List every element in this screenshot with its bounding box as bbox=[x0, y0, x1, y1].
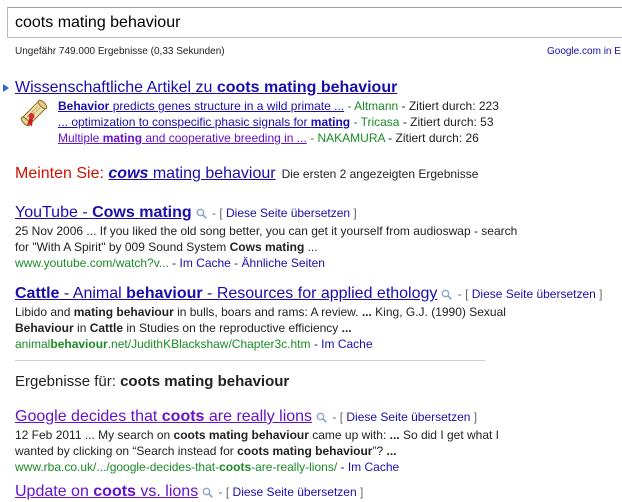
highlighted-text: behaviour bbox=[50, 337, 108, 351]
result-snippet: 12 Feb 2011 ... My search on coots matin… bbox=[15, 428, 500, 442]
text-run: YouTube - bbox=[15, 204, 93, 221]
result-url: www.rba.co.uk/.../google-decides-that-co… bbox=[15, 460, 337, 474]
cache-link[interactable]: - Im Cache - bbox=[169, 256, 242, 270]
highlighted-text: Cattle bbox=[89, 321, 124, 335]
did-you-mean: Meinten Sie: cows mating behaviour Die er… bbox=[15, 165, 478, 183]
similar-pages-link[interactable]: Ähnliche Seiten bbox=[242, 256, 325, 270]
text-run: www.rba.co.uk/.../google-decides-that- bbox=[15, 460, 220, 474]
text-run: wanted by clicking on “Search instead fo… bbox=[15, 444, 238, 458]
translate-link[interactable]: Diese Seite übersetzen bbox=[233, 485, 357, 499]
text-run: in Studies on the reproductive efficienc… bbox=[123, 321, 342, 335]
result-stats: Ungefähr 749.000 Ergebnisse (0,33 Sekund… bbox=[15, 46, 225, 57]
scholar-item-link[interactable]: Multiple mating and cooperative breeding… bbox=[58, 131, 307, 145]
cache-link[interactable]: - Im Cache bbox=[311, 337, 373, 351]
scholar-item: Multiple mating and cooperative breeding… bbox=[58, 131, 479, 145]
text-run: So did I get what I bbox=[399, 428, 500, 442]
text-run: ... bbox=[304, 240, 318, 254]
text-run: Libido and bbox=[15, 305, 74, 319]
result-snippet: for "With A Spirit" by 009 Sound System … bbox=[15, 239, 517, 255]
text-run: ”? bbox=[372, 444, 387, 458]
highlighted-text: ... bbox=[341, 321, 352, 335]
did-you-mean-note: Die ersten 2 angezeigten Ergebnisse bbox=[281, 167, 479, 181]
text-run: animal bbox=[15, 337, 51, 351]
text-run: ... If you liked the old song better, yo… bbox=[83, 224, 518, 238]
highlighted-text: Cattle bbox=[15, 285, 60, 302]
highlighted-text: Cows mating bbox=[92, 204, 192, 221]
result-title-link[interactable]: Cattle - Animal behaviour - Resources fo… bbox=[15, 285, 437, 302]
highlighted-text: Behaviour bbox=[15, 321, 74, 335]
highlighted-text: coots bbox=[93, 483, 136, 500]
scholar-item: Behavior predicts genes structure in a w… bbox=[58, 99, 499, 113]
scroll-diploma-icon bbox=[20, 99, 48, 127]
highlighted-text: mating behaviour bbox=[73, 305, 174, 319]
result-url: www.youtube.com/watch?v... bbox=[15, 256, 169, 270]
section-divider bbox=[15, 360, 485, 361]
text-run: Update on bbox=[15, 483, 94, 500]
text-run: for "With A Spirit" by 009 Sound System bbox=[15, 240, 230, 254]
highlighted-text: coots bbox=[219, 460, 252, 474]
result-snippet: wanted by clicking on “Search instead fo… bbox=[15, 443, 499, 459]
scholar-item-link[interactable]: Behavior predicts genes structure in a w… bbox=[58, 99, 344, 113]
scholar-item: ... optimization to conspecific phasic s… bbox=[58, 115, 494, 129]
did-you-mean-label: Meinten Sie: bbox=[15, 165, 109, 182]
highlighted-text: coots bbox=[161, 408, 205, 425]
search-input[interactable] bbox=[8, 8, 615, 37]
magnifier-icon[interactable] bbox=[316, 412, 327, 424]
search-result: Google decides that coots are really lio… bbox=[15, 408, 500, 474]
result-snippet: Libido and mating behaviour in bulls, bo… bbox=[15, 304, 603, 320]
search-result: Cattle - Animal behaviour - Resources fo… bbox=[15, 285, 603, 351]
magnifier-icon[interactable] bbox=[196, 208, 207, 220]
translate-link[interactable]: Diese Seite übersetzen bbox=[472, 287, 596, 301]
result-snippet: Behaviour in Cattle in Studies on the re… bbox=[15, 320, 603, 336]
text-run: ... My search on bbox=[81, 428, 174, 442]
result-snippet: 25 Nov 2006 ... If you liked the old son… bbox=[15, 224, 518, 238]
text-run: www.youtube.com/watch?v... bbox=[15, 256, 169, 270]
scholar-item-link[interactable]: ... optimization to conspecific phasic s… bbox=[58, 115, 350, 129]
text-run: Google decides that bbox=[15, 408, 162, 425]
text-run: in bbox=[73, 321, 90, 335]
search-result: Update on coots vs. lions - [ Diese Seit… bbox=[15, 483, 364, 500]
text-run: .net/JudithKBlackshaw/Chapter3c.htm bbox=[107, 337, 311, 351]
highlighted-text: coots mating behaviour bbox=[237, 444, 373, 458]
result-url: animalbehaviour.net/JudithKBlackshaw/Cha… bbox=[15, 337, 311, 351]
highlighted-text: ... bbox=[386, 444, 397, 458]
result-title-link[interactable]: Google decides that coots are really lio… bbox=[15, 408, 312, 425]
highlighted-text: behaviour bbox=[126, 285, 203, 302]
text-run: - Animal bbox=[59, 285, 127, 302]
text-run: in bulls, boars and rams: A review. bbox=[173, 305, 362, 319]
text-run: -are-really-lions/ bbox=[251, 460, 338, 474]
scholar-list: Behavior predicts genes structure in a w… bbox=[58, 98, 499, 146]
result-title-link[interactable]: YouTube - Cows mating bbox=[15, 204, 192, 221]
text-run: King, G.J. (1990) Sexual bbox=[371, 305, 506, 319]
search-result: YouTube - Cows mating - [ Diese Seite üb… bbox=[15, 204, 518, 270]
text-run: vs. lions bbox=[135, 483, 199, 500]
translate-link[interactable]: Diese Seite übersetzen bbox=[226, 206, 350, 220]
text-run: are really lions bbox=[204, 408, 313, 425]
result-title-link[interactable]: Update on coots vs. lions bbox=[15, 483, 198, 500]
results-for-heading: Ergebnisse für: coots mating behaviour bbox=[15, 373, 290, 390]
search-box[interactable] bbox=[7, 7, 622, 38]
translate-link[interactable]: Diese Seite übersetzen bbox=[346, 410, 470, 424]
scholar-title-link[interactable]: Wissenschaftliche Artikel zu coots matin… bbox=[15, 79, 397, 97]
cache-link[interactable]: - Im Cache bbox=[337, 460, 399, 474]
magnifier-icon[interactable] bbox=[202, 487, 214, 499]
highlighted-text: ... bbox=[389, 428, 400, 442]
magnifier-icon[interactable] bbox=[441, 289, 453, 301]
highlighted-text: Cows mating bbox=[229, 240, 305, 254]
highlighted-text: coots mating behaviour bbox=[173, 428, 309, 442]
scholar-arrow-icon bbox=[3, 84, 9, 92]
google-com-link[interactable]: Google.com in E bbox=[547, 46, 621, 57]
highlighted-text: ... bbox=[361, 305, 372, 319]
text-run: came up with: bbox=[308, 428, 390, 442]
did-you-mean-link[interactable]: cows mating behaviour bbox=[108, 165, 275, 182]
text-run: - Resources for applied ethology bbox=[202, 285, 438, 302]
